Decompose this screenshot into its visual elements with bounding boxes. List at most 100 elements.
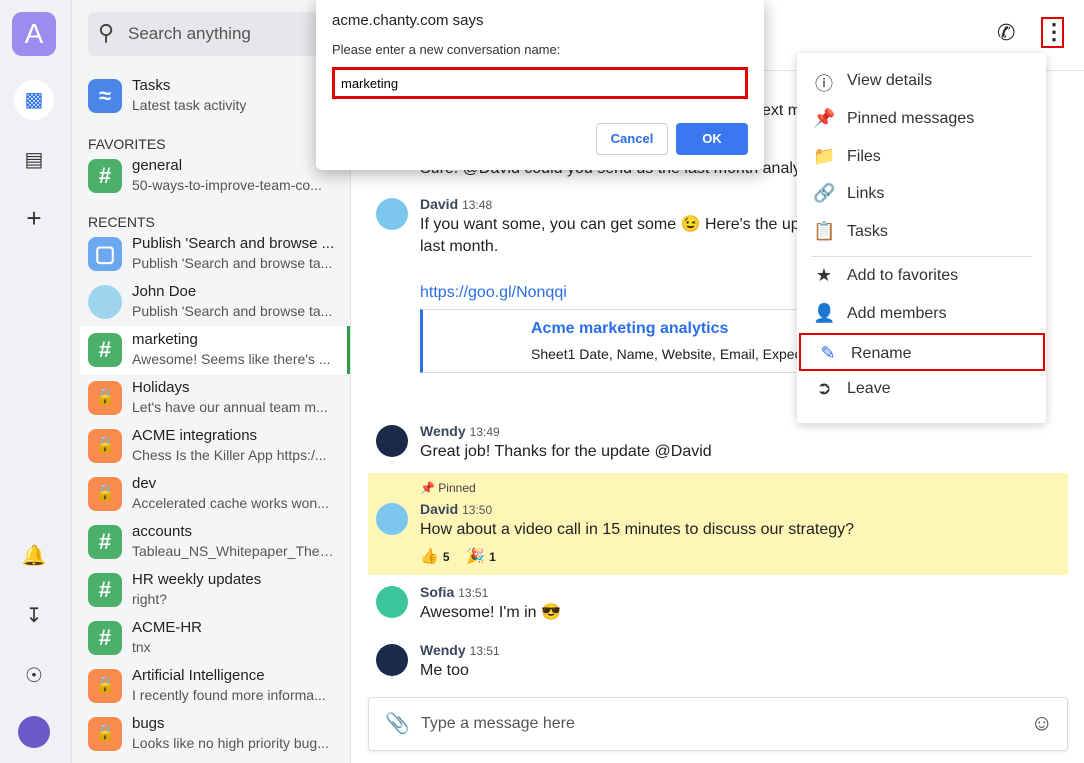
- channel-item[interactable]: ▢ Publish 'Search and browse ... Publish '…: [80, 230, 350, 278]
- ok-button[interactable]: OK: [676, 123, 748, 155]
- task-icon: ▢: [88, 237, 122, 271]
- favorites-heading: FAVORITES: [88, 136, 166, 152]
- hash-icon: #: [88, 573, 122, 607]
- reaction-thumbs-up[interactable]: 👍: [420, 548, 439, 565]
- channel-item[interactable]: # marketing Awesome! Seems like there's ..…: [80, 326, 350, 374]
- star-icon: ★: [815, 265, 833, 285]
- folder-icon: 📁: [813, 145, 836, 166]
- conversation-name-input[interactable]: [332, 67, 748, 99]
- menu-item-pinned-messages[interactable]: 📌 Pinned messages: [797, 100, 1046, 138]
- more-options-icon[interactable]: ⋮: [1041, 17, 1065, 48]
- chat-icon[interactable]: ▩: [14, 80, 54, 120]
- lock-icon: 🔒: [88, 381, 122, 415]
- channel-item[interactable]: 🔒 Artificial Intelligence I recently found…: [80, 662, 350, 710]
- avatar: [376, 198, 408, 230]
- channel-item[interactable]: # general 50-ways-to-improve-team-co...: [80, 152, 350, 200]
- preview-text: Sheet1 Date, Name, Website, Email, Expec…: [531, 346, 800, 362]
- message-text: If you want some, you can get some 😉 Her…: [420, 216, 798, 233]
- pin-icon: 📌: [420, 481, 435, 495]
- cancel-button[interactable]: Cancel: [596, 123, 668, 155]
- clipboard-icon: 📋: [813, 221, 836, 242]
- message: Wendy 13:49 Great job! Thanks for the upd…: [368, 423, 1084, 467]
- message-input[interactable]: 📎 Type a message here ☺: [368, 697, 1068, 751]
- app-rail: A ▩ ▤ + 🔔 ↧ ☉: [0, 0, 72, 763]
- avatar: [376, 586, 408, 618]
- menu-item-rename[interactable]: ✎ Rename: [799, 332, 1045, 371]
- message-text: Great job! Thanks for the update @David: [420, 443, 712, 460]
- pencil-icon: ✎: [820, 342, 836, 363]
- workspace-avatar[interactable]: A: [12, 12, 56, 56]
- emoji-icon[interactable]: ☺: [1031, 710, 1053, 736]
- channel-item[interactable]: 🔒 dev Accelerated cache works won...: [80, 470, 350, 518]
- author: David: [420, 501, 459, 517]
- message-link[interactable]: https://goo.gl/Nonqqi: [420, 282, 567, 304]
- menu-item-tasks[interactable]: 📋 Tasks: [797, 213, 1046, 251]
- menu-item-view-details[interactable]: ⓘ View details: [797, 62, 1046, 100]
- rss-icon: ≈: [88, 79, 122, 113]
- lock-icon: 🔒: [88, 477, 122, 511]
- add-member-icon: 👤: [813, 302, 836, 323]
- link-icon: 🔗: [813, 183, 836, 204]
- reactions: 👍 5 🎉 1: [420, 548, 496, 565]
- message: Sofia 13:51 Awesome! I'm in 😎: [368, 584, 1084, 628]
- timestamp: 13:49: [469, 425, 500, 439]
- channel-item[interactable]: # HR weekly updates right?: [80, 566, 350, 614]
- message-text: last month.: [420, 238, 499, 255]
- hash-icon: #: [88, 525, 122, 559]
- help-icon[interactable]: ☉: [14, 656, 54, 696]
- download-icon[interactable]: ↧: [14, 596, 54, 636]
- author: Sofia: [420, 584, 455, 600]
- contacts-icon[interactable]: ▤: [14, 140, 54, 180]
- link-preview[interactable]: Acme marketing analytics Sheet1 Date, Na…: [420, 309, 800, 373]
- timestamp: 13:51: [458, 586, 489, 600]
- timestamp: 13:50: [462, 503, 493, 517]
- tasks-item[interactable]: ≈ Tasks Latest task activity: [80, 72, 350, 120]
- message-text: Me too: [420, 662, 469, 679]
- lock-icon: 🔒: [88, 429, 122, 463]
- timestamp: 13:51: [469, 644, 500, 658]
- avatar: [88, 285, 122, 319]
- pin-icon: 📌: [813, 107, 836, 128]
- search-input[interactable]: ⚲ Search anything: [88, 12, 338, 56]
- hash-icon: #: [88, 621, 122, 655]
- channel-item[interactable]: # accounts Tableau_NS_Whitepaper_The_...: [80, 518, 350, 566]
- recents-heading: RECENTS: [88, 214, 155, 230]
- avatar: [376, 425, 408, 457]
- hash-icon: #: [88, 159, 122, 193]
- user-avatar[interactable]: [18, 716, 50, 748]
- plus-icon[interactable]: +: [14, 198, 54, 238]
- avatar: [376, 644, 408, 676]
- bell-icon[interactable]: 🔔: [14, 536, 54, 576]
- menu-item-add-to-favorites[interactable]: ★ Add to favorites: [797, 257, 1046, 295]
- channel-item[interactable]: 🔒 Holidays Let's have our annual team m...: [80, 374, 350, 422]
- avatar: [376, 503, 408, 535]
- phone-icon[interactable]: ✆: [997, 20, 1015, 46]
- message-text: Awesome! I'm in 😎: [420, 604, 561, 621]
- dialog-title: acme.chanty.com says: [332, 12, 484, 29]
- channel-item[interactable]: 🔒 ACME integrations Chess Is the Killer Ap…: [80, 422, 350, 470]
- dialog-prompt: Please enter a new conversation name:: [332, 42, 561, 57]
- conversation-menu: ⓘ View details 📌 Pinned messages 📁 Files 🔗 Link…: [797, 53, 1046, 423]
- menu-item-leave[interactable]: ➲ Leave: [797, 370, 1046, 408]
- reaction-party[interactable]: 🎉: [466, 548, 485, 565]
- preview-title[interactable]: Acme marketing analytics: [531, 320, 728, 338]
- lock-icon: 🔒: [88, 669, 122, 703]
- message: Wendy 13:51 Me too: [368, 642, 1084, 686]
- pinned-label: Pinned: [438, 481, 476, 495]
- author: Wendy: [420, 423, 466, 439]
- channel-item[interactable]: # ACME-HR tnx: [80, 614, 350, 662]
- attach-icon[interactable]: 📎: [385, 711, 410, 736]
- menu-item-add-members[interactable]: 👤 Add members: [797, 295, 1046, 333]
- author: Wendy: [420, 642, 466, 658]
- leave-icon: ➲: [816, 378, 832, 399]
- message-text: ext m: [762, 102, 802, 119]
- channel-item[interactable]: 🔒 bugs Looks like no high priority bug...: [80, 710, 350, 758]
- channel-item[interactable]: John Doe Publish 'Search and browse ta...: [80, 278, 350, 326]
- pinned-message: 📌 Pinned David 13:50 How about a video ca…: [368, 473, 1068, 575]
- search-icon: ⚲: [98, 20, 115, 45]
- hash-icon: #: [88, 333, 122, 367]
- menu-item-links[interactable]: 🔗 Links: [797, 175, 1046, 213]
- sidebar: ⚲ Search anything ≈ Tasks Latest task activ…: [72, 0, 351, 763]
- lock-icon: 🔒: [88, 717, 122, 751]
- menu-item-files[interactable]: 📁 Files: [797, 138, 1046, 176]
